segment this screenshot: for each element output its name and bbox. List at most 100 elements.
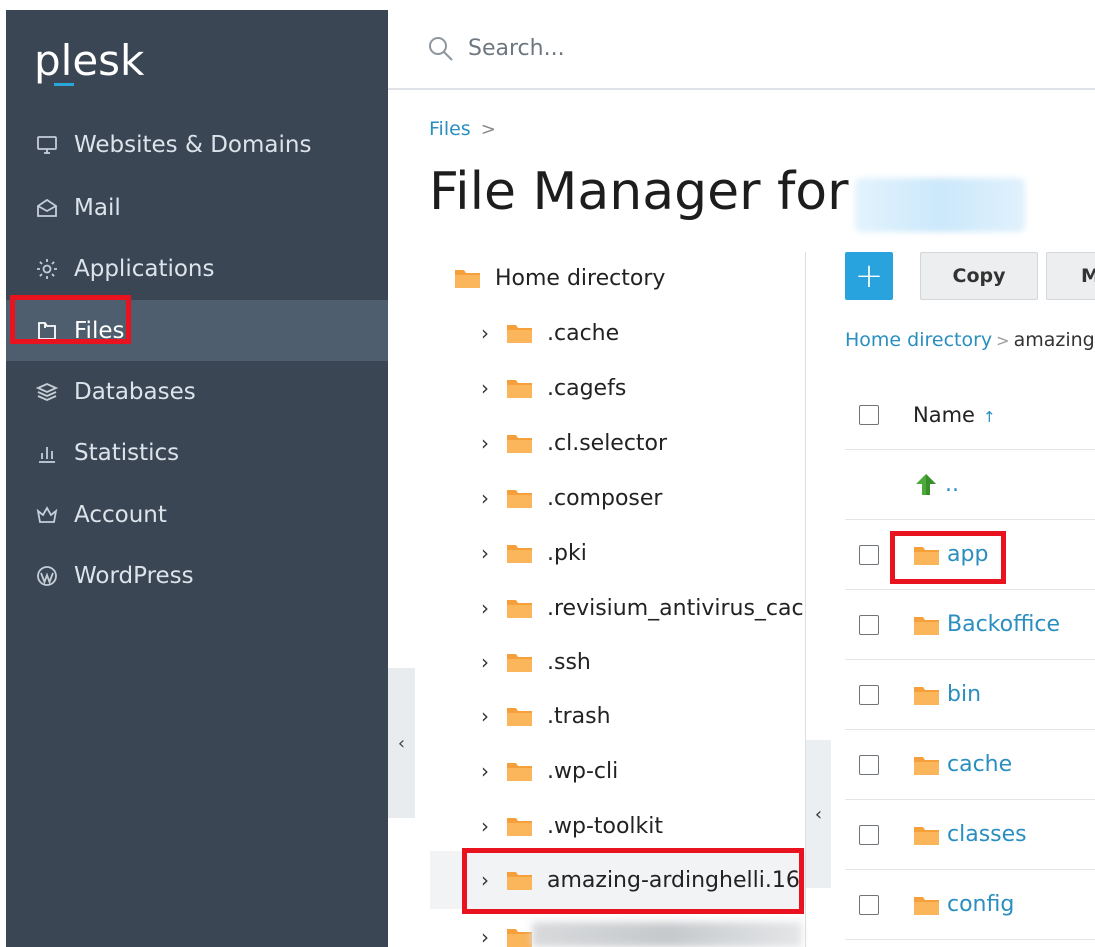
folder-icon bbox=[507, 490, 532, 508]
copy-button[interactable]: Copy bbox=[920, 252, 1038, 300]
folder-icon bbox=[507, 708, 532, 726]
sidebar-item-websites-domains[interactable]: Websites & Domains bbox=[6, 114, 388, 175]
stack-icon bbox=[34, 379, 60, 405]
sidebar-item-wordpress[interactable]: WordPress bbox=[6, 545, 388, 606]
file-row-bin[interactable]: bin bbox=[845, 660, 1095, 730]
highlight-amazing-folder bbox=[462, 848, 804, 914]
chevron-right-icon[interactable]: › bbox=[474, 486, 496, 510]
move-button[interactable]: M bbox=[1046, 252, 1095, 300]
file-row-classes[interactable]: classes bbox=[845, 800, 1095, 870]
path-separator: > bbox=[996, 330, 1010, 350]
folder-icon bbox=[914, 896, 939, 915]
tree-item-label: Home directory bbox=[495, 265, 666, 291]
file-name-link[interactable]: Backoffice bbox=[947, 612, 1060, 637]
file-name-link[interactable]: config bbox=[947, 892, 1014, 917]
chevron-right-icon[interactable]: › bbox=[474, 321, 496, 345]
chevron-right-icon[interactable]: › bbox=[474, 431, 496, 455]
file-row-cache[interactable]: cache bbox=[845, 730, 1095, 800]
search-icon bbox=[426, 34, 456, 64]
tree-item[interactable]: › .trash bbox=[474, 696, 805, 736]
up-arrow-icon bbox=[916, 473, 936, 495]
sidebar-collapse-handle[interactable]: ‹ bbox=[388, 668, 415, 818]
sidebar-item-account[interactable]: Account bbox=[6, 484, 388, 545]
file-name-link[interactable]: classes bbox=[947, 822, 1027, 847]
sidebar-item-applications[interactable]: Applications bbox=[6, 238, 388, 299]
folder-icon bbox=[507, 380, 532, 398]
redacted-tree-item bbox=[532, 922, 802, 947]
tree-item[interactable]: › .wp-toolkit bbox=[474, 806, 805, 846]
sidebar-item-databases[interactable]: Databases bbox=[6, 361, 388, 422]
tree-collapse-handle[interactable]: ‹ bbox=[806, 740, 831, 888]
chevron-right-icon[interactable]: › bbox=[474, 376, 496, 400]
chevron-left-icon: ‹ bbox=[814, 803, 823, 825]
add-button[interactable]: + bbox=[845, 252, 893, 300]
tree-item-label: .cl.selector bbox=[547, 430, 668, 456]
tree-item[interactable]: › .revisium_antivirus_cach bbox=[474, 588, 806, 628]
folder-icon bbox=[914, 756, 939, 775]
bar-chart-icon bbox=[34, 440, 60, 466]
file-row-backoffice[interactable]: Backoffice bbox=[845, 590, 1095, 660]
gear-icon bbox=[34, 256, 60, 282]
sidebar-item-label: Account bbox=[74, 501, 167, 528]
tree-item[interactable]: › .pki bbox=[474, 533, 805, 573]
name-column-header[interactable]: Name ↑ bbox=[913, 403, 996, 427]
redacted-domain bbox=[855, 178, 1025, 232]
breadcrumb: Files > bbox=[429, 118, 496, 140]
breadcrumb-files-link[interactable]: Files bbox=[429, 118, 471, 140]
folder-icon bbox=[507, 818, 532, 836]
path-home-link[interactable]: Home directory bbox=[845, 329, 992, 351]
select-all-checkbox[interactable] bbox=[859, 404, 879, 425]
tree-item-label: .revisium_antivirus_cach bbox=[547, 595, 806, 621]
folder-icon bbox=[455, 270, 480, 288]
highlight-files bbox=[10, 295, 131, 344]
tree-item[interactable]: › .ssh bbox=[474, 642, 805, 682]
tree-item[interactable]: › .composer bbox=[474, 478, 805, 518]
chevron-right-icon[interactable]: › bbox=[474, 759, 496, 783]
row-checkbox[interactable] bbox=[859, 894, 879, 915]
tree-item[interactable]: › .cl.selector bbox=[474, 423, 805, 463]
chevron-right-icon[interactable]: › bbox=[474, 541, 496, 565]
tree-item[interactable]: › .cagefs bbox=[474, 368, 805, 408]
row-checkbox[interactable] bbox=[859, 684, 879, 705]
sidebar-item-mail[interactable]: Mail bbox=[6, 177, 388, 238]
chevron-right-icon[interactable]: › bbox=[474, 925, 496, 947]
chevron-right-icon[interactable]: › bbox=[474, 704, 496, 728]
tree-item[interactable]: › .cache bbox=[474, 313, 805, 353]
parent-directory-row[interactable]: .. bbox=[845, 450, 1095, 520]
file-row-config[interactable]: config bbox=[845, 870, 1095, 940]
breadcrumb-separator: > bbox=[480, 118, 496, 140]
chevron-left-icon: ‹ bbox=[397, 732, 406, 754]
tree-item-label: .wp-toolkit bbox=[547, 813, 664, 839]
plesk-logo[interactable]: plesk bbox=[34, 36, 144, 85]
tree-item[interactable]: › .wp-cli bbox=[474, 751, 805, 791]
chevron-right-icon[interactable]: › bbox=[474, 650, 496, 674]
path-breadcrumb: Home directory > amazing bbox=[845, 329, 1095, 351]
chevron-right-icon[interactable]: › bbox=[474, 596, 496, 620]
tree-item-label: .cache bbox=[547, 320, 620, 346]
monitor-icon bbox=[34, 132, 60, 158]
row-checkbox[interactable] bbox=[859, 754, 879, 775]
folder-icon bbox=[914, 826, 939, 845]
parent-directory-link[interactable]: .. bbox=[945, 472, 959, 497]
folder-icon bbox=[507, 435, 532, 453]
folder-icon bbox=[507, 545, 532, 563]
tree-item-label: .cagefs bbox=[547, 375, 627, 401]
sidebar-item-statistics[interactable]: Statistics bbox=[6, 422, 388, 483]
search-input[interactable] bbox=[468, 30, 868, 66]
folder-icon bbox=[914, 686, 939, 705]
sidebar-item-label: Databases bbox=[74, 378, 196, 405]
row-checkbox[interactable] bbox=[859, 614, 879, 635]
chevron-right-icon[interactable]: › bbox=[474, 814, 496, 838]
directory-tree: Home directory › .cache › .cagefs › .cl.… bbox=[430, 252, 806, 947]
row-checkbox[interactable] bbox=[859, 824, 879, 845]
row-checkbox[interactable] bbox=[859, 544, 879, 565]
tree-item-label: .composer bbox=[547, 485, 663, 511]
logo-accent bbox=[54, 83, 74, 86]
file-name-link[interactable]: bin bbox=[947, 682, 981, 707]
crown-icon bbox=[34, 502, 60, 528]
tree-item-label: .wp-cli bbox=[547, 758, 619, 784]
tree-root[interactable]: Home directory bbox=[454, 258, 805, 298]
folder-icon bbox=[507, 600, 532, 618]
folder-icon bbox=[507, 325, 532, 343]
file-name-link[interactable]: cache bbox=[947, 752, 1012, 777]
